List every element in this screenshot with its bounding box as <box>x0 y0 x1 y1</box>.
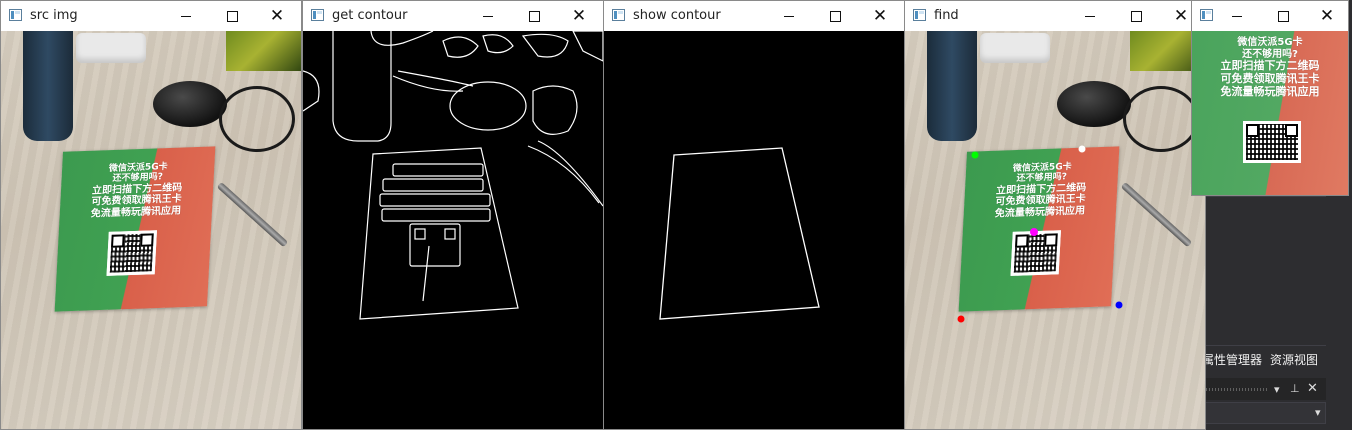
window-title: get contour <box>332 8 408 23</box>
window-get-contour[interactable]: get contour ✕ <box>302 0 604 430</box>
vs-divider <box>1202 345 1326 346</box>
window-title: find <box>934 8 959 23</box>
power-socket <box>76 33 146 63</box>
app-window-icon <box>612 9 625 21</box>
app-window-icon <box>311 9 324 21</box>
app-window-icon <box>913 9 926 21</box>
dropdown-arrow-icon[interactable]: ▾ <box>1274 383 1280 396</box>
titlebar[interactable]: ✕ <box>1192 1 1348 31</box>
qr-edge <box>444 228 456 240</box>
warped-flyer: 微信沃派5G卡 还不够用吗? 立即扫描下方二维码 可免费领取腾讯王卡 免流量畅玩… <box>1192 31 1348 195</box>
window-warp-result[interactable]: ✕ 微信沃派5G卡 还不够用吗? 立即扫描下方二维码 可免费领取腾讯王卡 免流量… <box>1191 0 1349 196</box>
flyer-text: 微信沃派5G卡 还不够用吗? 立即扫描下方二维码 可免费领取腾讯王卡 免流量畅玩… <box>59 160 214 221</box>
image-edges <box>303 31 603 429</box>
flyer: 微信沃派5G卡 还不够用吗? 立即扫描下方二维码 可免费领取腾讯王卡 免流量畅玩… <box>54 146 216 312</box>
app-window-icon <box>1200 9 1213 21</box>
close-icon[interactable]: ✕ <box>1307 381 1318 396</box>
titlebar[interactable]: find ✕ <box>905 1 1205 31</box>
pen-edge <box>527 145 600 204</box>
mouse-edge <box>449 81 527 131</box>
window-find[interactable]: find ✕ 微信沃派5G卡 还不够用吗? 立即扫描下方二维码 可免费领取腾讯王… <box>904 0 1206 430</box>
flyer-crease <box>422 245 430 302</box>
corner-marker-bottom-left <box>957 315 965 323</box>
text-edge <box>382 178 484 192</box>
close-button[interactable]: ✕ <box>857 1 903 31</box>
cable-edge <box>397 70 474 87</box>
titlebar[interactable]: src img ✕ <box>1 1 301 31</box>
edge-lines <box>303 31 603 320</box>
pin-icon[interactable]: ⊥ <box>1290 382 1300 395</box>
image-warped: 微信沃派5G卡 还不够用吗? 立即扫描下方二维码 可免费领取腾讯王卡 免流量畅玩… <box>1192 31 1348 195</box>
close-button[interactable]: ✕ <box>1304 1 1348 31</box>
image-contour <box>604 31 904 429</box>
minimize-button[interactable] <box>1067 1 1113 31</box>
minimize-button[interactable] <box>163 1 209 31</box>
window-src-img[interactable]: src img ✕ 微信沃派5G卡 还不够用吗? 立即扫描下方二维码 可免费领取… <box>0 0 302 430</box>
flyer-line: 免流量畅玩腾讯应用 <box>1220 84 1320 98</box>
qr-edge <box>414 228 426 240</box>
tab-property-manager[interactable]: 属性管理器 <box>1202 353 1262 367</box>
maximize-button[interactable] <box>812 1 858 31</box>
socket-edge <box>370 31 434 46</box>
edge-drawing <box>303 31 603 320</box>
window-title: src img <box>30 8 78 23</box>
object-edge <box>521 33 569 58</box>
close-button[interactable]: ✕ <box>254 1 300 31</box>
image-src: 微信沃派5G卡 还不够用吗? 立即扫描下方二维码 可免费领取腾讯王卡 免流量畅玩… <box>1 31 301 429</box>
titlebar[interactable]: get contour ✕ <box>303 1 603 31</box>
close-button[interactable]: ✕ <box>556 1 602 31</box>
object-edge <box>442 36 479 58</box>
thermos-cup <box>23 31 73 141</box>
text-edge <box>379 193 491 207</box>
contour-drawing <box>659 147 820 320</box>
flyer-contour <box>359 147 519 320</box>
object-edge <box>532 85 578 135</box>
maximize-button[interactable] <box>209 1 255 31</box>
object-edge <box>482 34 514 54</box>
vs-combobox[interactable] <box>1202 402 1326 424</box>
image-find: 微信沃派5G卡 还不够用吗? 立即扫描下方二维码 可免费领取腾讯王卡 免流量畅玩… <box>905 31 1205 429</box>
corner-overlay <box>957 145 1123 323</box>
vs-divider <box>1202 196 1326 197</box>
mouse <box>153 81 227 127</box>
box-edge <box>572 31 603 62</box>
drag-grip[interactable] <box>1206 388 1268 391</box>
cup-edge <box>332 31 392 142</box>
minimize-button[interactable] <box>465 1 511 31</box>
cup-handle-edge <box>303 70 320 112</box>
flyer-line: 微信沃派5G卡 <box>1237 37 1303 48</box>
tab-resource-view[interactable]: 资源视图 <box>1270 353 1318 367</box>
cable-edge <box>392 75 464 92</box>
text-edge <box>392 163 484 177</box>
qr-code <box>106 230 157 276</box>
corner-marker-top-left <box>971 151 979 159</box>
maximize-button[interactable] <box>1260 1 1306 31</box>
center-marker <box>1030 228 1038 236</box>
window-show-contour[interactable]: show contour ✕ <box>603 0 905 430</box>
minimize-button[interactable] <box>766 1 812 31</box>
maximize-button[interactable] <box>1113 1 1159 31</box>
document-contour <box>659 147 820 320</box>
flyer-line: 可免费领取腾讯王卡 <box>1220 71 1320 85</box>
titlebar[interactable]: show contour ✕ <box>604 1 904 31</box>
flyer-text: 微信沃派5G卡 还不够用吗? 立即扫描下方二维码 可免费领取腾讯王卡 免流量畅玩… <box>1192 37 1348 98</box>
minimize-button[interactable] <box>1214 1 1260 31</box>
app-window-icon <box>9 9 22 21</box>
corner-marker-top-right <box>1078 145 1086 153</box>
vs-tab-bar: 属性管理器 资源视图 <box>1202 351 1326 368</box>
green-box <box>226 31 301 71</box>
text-edge <box>381 208 491 222</box>
maximize-button[interactable] <box>511 1 557 31</box>
vs-scrollbar[interactable] <box>1326 196 1352 430</box>
qr-edge <box>409 223 461 267</box>
cable <box>219 86 295 152</box>
corner-marker-bottom-right <box>1115 301 1123 309</box>
qr-code <box>1243 121 1301 163</box>
chevron-down-icon[interactable]: ▾ <box>1315 406 1321 419</box>
window-title: show contour <box>633 8 721 23</box>
